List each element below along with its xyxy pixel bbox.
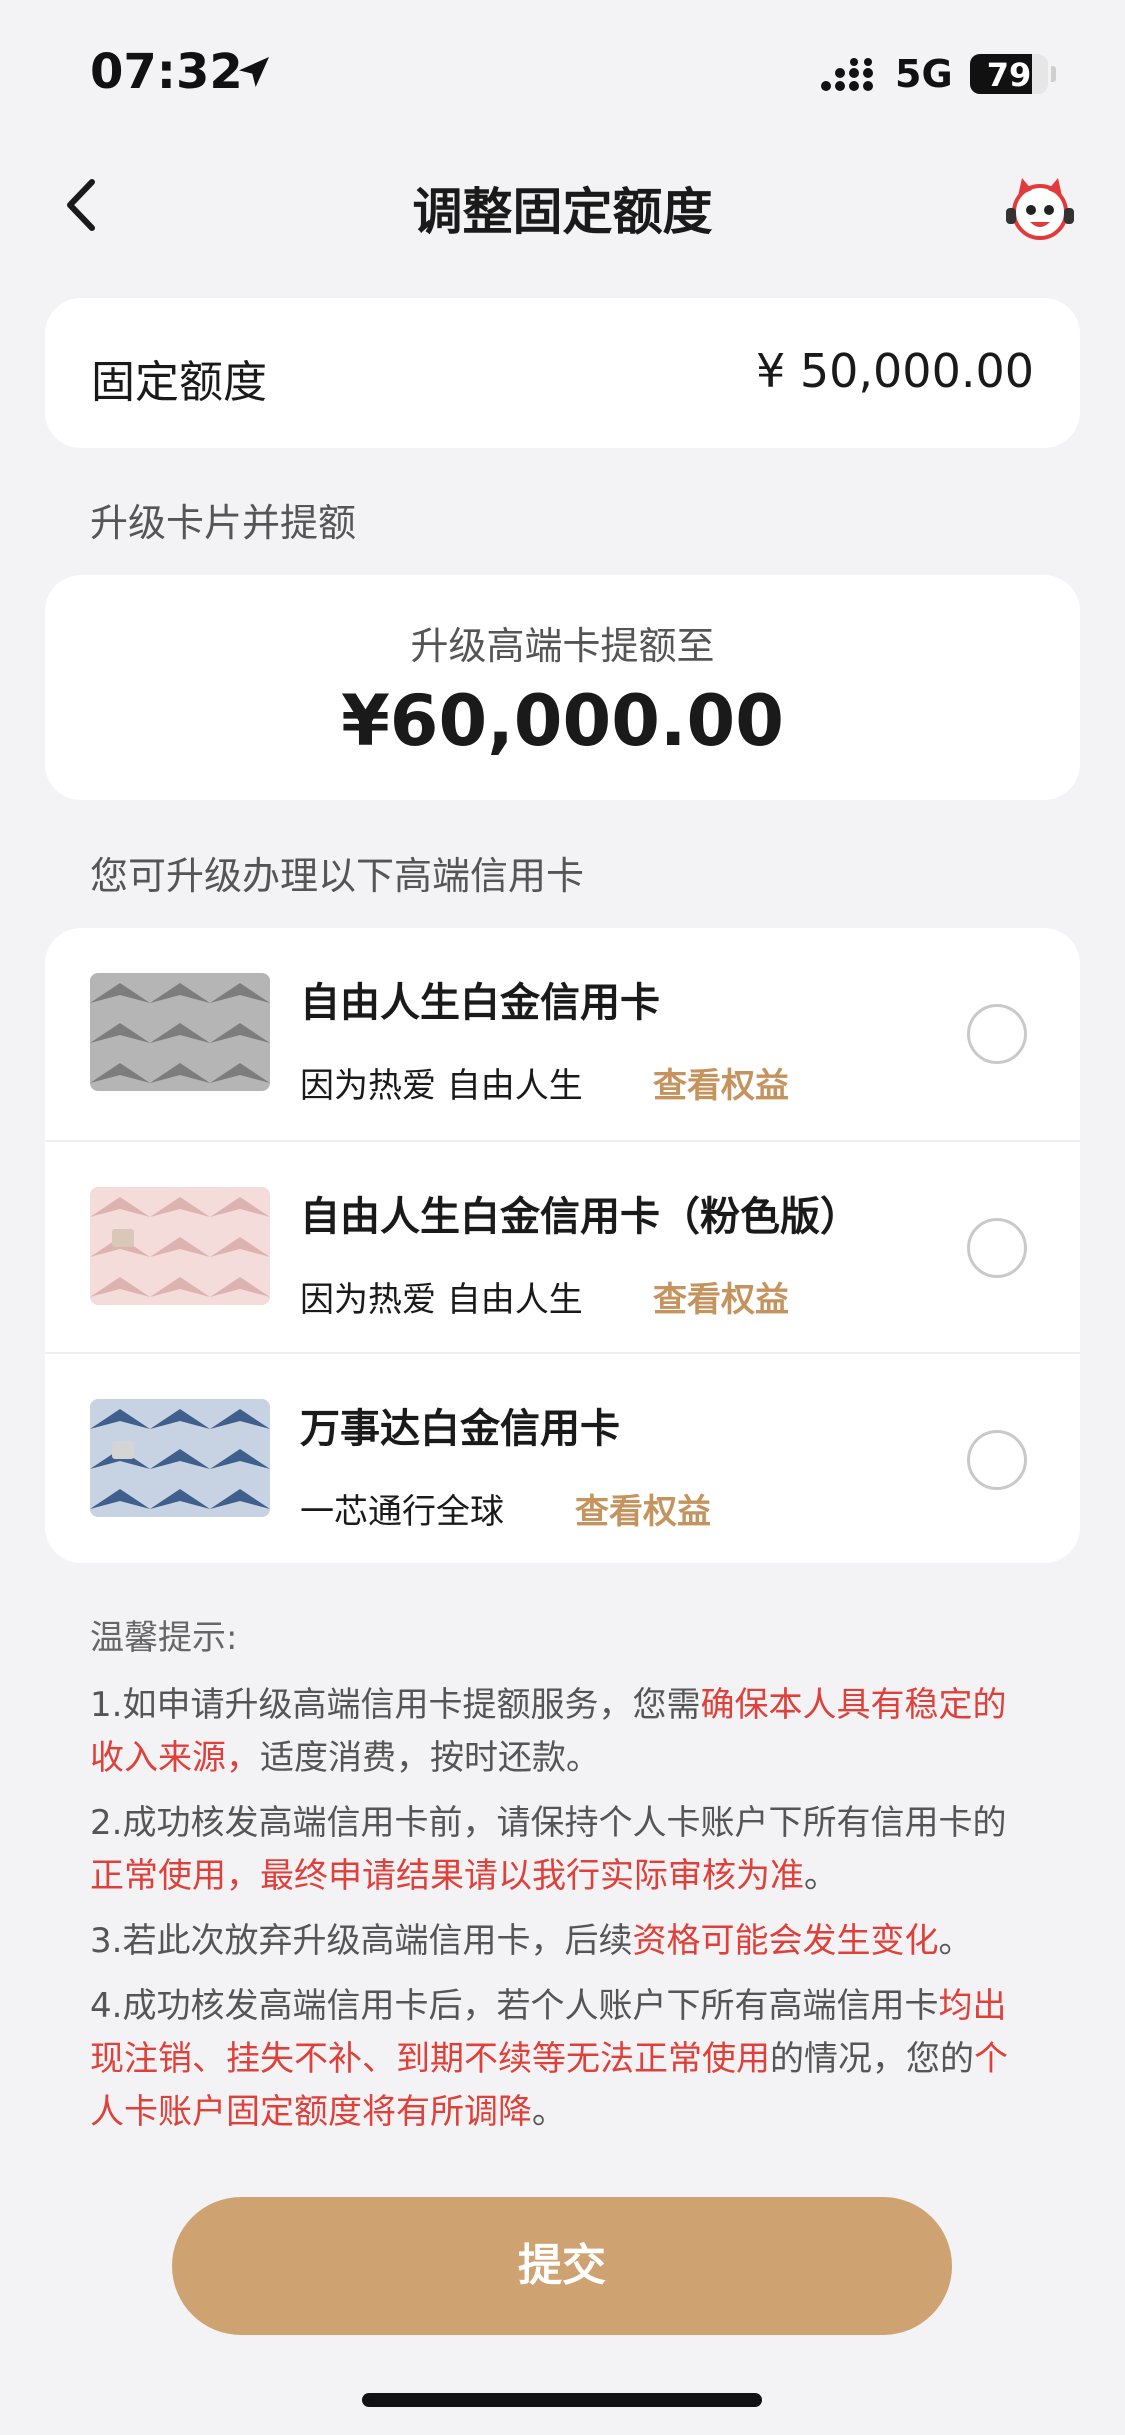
status-bar: 07:32 5G 79 xyxy=(0,0,1125,140)
tip-text: 2.成功核发高端信用卡前，请保持个人卡账户下所有信用卡的 xyxy=(90,1803,1007,1843)
tip-item: 1.如申请升级高端信用卡提额服务，您需确保本人具有稳定的收入来源，适度消费，按时… xyxy=(90,1679,1040,1785)
card-option[interactable]: 自由人生白金信用卡（粉色版） 因为热爱 自由人生 查看权益 xyxy=(45,1140,1080,1352)
home-indicator xyxy=(362,2393,762,2407)
mascot-assistant-icon[interactable] xyxy=(1000,168,1080,248)
card-thumbnail xyxy=(90,973,270,1091)
tip-text: 适度消费，按时还款。 xyxy=(260,1738,600,1778)
card-slogan: 因为热爱 自由人生 xyxy=(300,1066,583,1106)
submit-button[interactable]: 提交 xyxy=(172,2197,952,2335)
tip-item: 2.成功核发高端信用卡前，请保持个人卡账户下所有信用卡的正常使用，最终申请结果请… xyxy=(90,1797,1040,1903)
tip-text: 。 xyxy=(804,1856,838,1896)
fixed-limit-value: ¥ 50,000.00 xyxy=(756,344,1034,398)
card-option[interactable]: 万事达白金信用卡 一芯通行全球 查看权益 xyxy=(45,1352,1080,1564)
location-arrow-icon xyxy=(239,57,269,87)
tip-highlight: 正常使用，最终申请结果请以我行实际审核为准 xyxy=(90,1856,804,1896)
cards-section-title: 您可升级办理以下高端信用卡 xyxy=(90,854,585,898)
upgrade-amount: ¥60,000.00 xyxy=(341,680,784,762)
fixed-limit-label: 固定额度 xyxy=(91,357,267,408)
signal-icon xyxy=(821,58,873,91)
tip-item: 4.成功核发高端信用卡后，若个人账户下所有高端信用卡均出现注销、挂失不补、到期不… xyxy=(90,1980,1040,2139)
card-select-radio[interactable] xyxy=(967,1430,1027,1490)
card-slogan: 因为热爱 自由人生 xyxy=(300,1280,583,1320)
view-benefits-link[interactable]: 查看权益 xyxy=(575,1484,711,1533)
tip-text: 4.成功核发高端信用卡后，若个人账户下所有高端信用卡 xyxy=(90,1986,939,2026)
tip-text: 。 xyxy=(532,2092,566,2132)
page-title: 调整固定额度 xyxy=(412,183,713,241)
tip-item: 3.若此次放弃升级高端信用卡，后续资格可能会发生变化。 xyxy=(90,1915,1040,1968)
nav-bar: 调整固定额度 xyxy=(0,150,1125,260)
battery-tip xyxy=(1051,66,1056,82)
view-benefits-link[interactable]: 查看权益 xyxy=(653,1272,789,1321)
tip-text: 的情况，您的 xyxy=(770,2039,974,2079)
tips-section: 温馨提示: 1.如申请升级高端信用卡提额服务，您需确保本人具有稳定的收入来源，适… xyxy=(90,1610,1040,2151)
card-slogan: 一芯通行全球 xyxy=(300,1492,504,1532)
upgrade-subtitle: 升级高端卡提额至 xyxy=(410,624,715,668)
network-type: 5G xyxy=(895,52,953,96)
card-name: 自由人生白金信用卡（粉色版） xyxy=(300,1194,860,1240)
card-thumbnail xyxy=(90,1399,270,1517)
view-benefits-link[interactable]: 查看权益 xyxy=(653,1058,789,1107)
card-name: 自由人生白金信用卡 xyxy=(300,980,660,1026)
card-options-list: 自由人生白金信用卡 因为热爱 自由人生 查看权益 自由人生白金信用卡（粉色版） … xyxy=(45,928,1080,1563)
upgrade-section-title: 升级卡片并提额 xyxy=(90,501,357,545)
card-name: 万事达白金信用卡 xyxy=(300,1406,620,1452)
card-option[interactable]: 自由人生白金信用卡 因为热爱 自由人生 查看权益 xyxy=(45,928,1080,1140)
tip-text: 1.如申请升级高端信用卡提额服务，您需 xyxy=(90,1685,701,1725)
tips-title: 温馨提示: xyxy=(90,1618,238,1658)
card-select-radio[interactable] xyxy=(967,1004,1027,1064)
card-select-radio[interactable] xyxy=(967,1218,1027,1278)
status-time: 07:32 xyxy=(90,44,243,100)
upgrade-amount-card: 升级高端卡提额至 ¥60,000.00 xyxy=(45,575,1080,800)
tip-text: 。 xyxy=(938,1921,973,1961)
battery-icon: 79 xyxy=(970,54,1048,94)
tip-highlight: 资格可能会发生变化 xyxy=(632,1921,939,1961)
tip-text: 3.若此次放弃升级高端信用卡，后续 xyxy=(90,1921,633,1961)
battery-level: 79 xyxy=(986,56,1032,94)
card-thumbnail xyxy=(90,1187,270,1305)
fixed-limit-card: 固定额度 ¥ 50,000.00 xyxy=(45,298,1080,448)
